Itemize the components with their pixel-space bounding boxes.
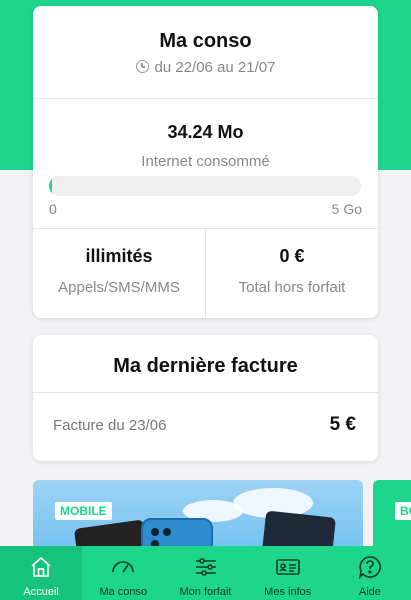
period-text: du 22/06 au 21/07 [154, 59, 276, 76]
conso-card[interactable]: Ma conso du 22/06 au 21/07 34.24 Mo Inte… [33, 6, 378, 318]
extra-charges-label: Total hors forfait [238, 279, 346, 296]
nav-label: Accueil [23, 586, 59, 598]
last-invoice-title: Ma dernière facture [113, 355, 298, 377]
nav-label: Aide [358, 586, 381, 598]
gauge-icon [112, 561, 135, 573]
promo-tag: BO [395, 502, 411, 520]
help-icon [358, 556, 381, 580]
last-invoice-card[interactable]: Ma dernière facture Facture du 23/06 5 € [33, 335, 378, 461]
calls-label: Appels/SMS/MMS [58, 279, 180, 296]
extra-charges-value: 0 € [279, 246, 305, 266]
calls-value: illimités [85, 246, 153, 266]
nav-item-aide[interactable]: Aide [329, 546, 411, 600]
promo-tag: MOBILE [55, 502, 112, 520]
data-usage-progress [49, 176, 361, 196]
id-card-icon [275, 559, 300, 575]
divider [33, 98, 378, 99]
nav-item-mes-infos[interactable]: Mes infos [247, 546, 329, 600]
home-icon [31, 556, 51, 577]
conso-period: du 22/06 au 21/07 [33, 59, 378, 76]
data-used-value: 34.24 Mo [167, 122, 244, 142]
divider [33, 392, 378, 393]
camera-lens [163, 528, 171, 536]
nav-label: Mon forfait [179, 586, 232, 598]
data-usage-progress-fill [49, 176, 52, 196]
data-used-caption: Internet consommé [141, 153, 270, 170]
extra-charges-stat: 0 € Total hors forfait [206, 246, 378, 296]
range-max-label: 5 Go [331, 201, 362, 217]
conso-title: Ma conso [159, 30, 252, 52]
sliders-icon [195, 558, 216, 576]
nav-item-mon-forfait[interactable]: Mon forfait [164, 546, 246, 600]
nav-label: Ma conso [99, 586, 148, 598]
bottom-navigation: Accueil Ma conso Mon forfait Mes infos A… [0, 546, 411, 600]
nav-item-accueil[interactable]: Accueil [0, 546, 83, 600]
nav-label: Mes infos [264, 586, 312, 598]
camera-lens [151, 528, 159, 536]
clock-icon [135, 60, 149, 73]
calls-stat: illimités Appels/SMS/MMS [33, 246, 205, 296]
nav-item-ma-conso[interactable]: Ma conso [82, 546, 164, 600]
range-min-label: 0 [49, 201, 57, 217]
invoice-amount: 5 € [329, 414, 356, 435]
invoice-date-label: Facture du 23/06 [53, 417, 167, 434]
